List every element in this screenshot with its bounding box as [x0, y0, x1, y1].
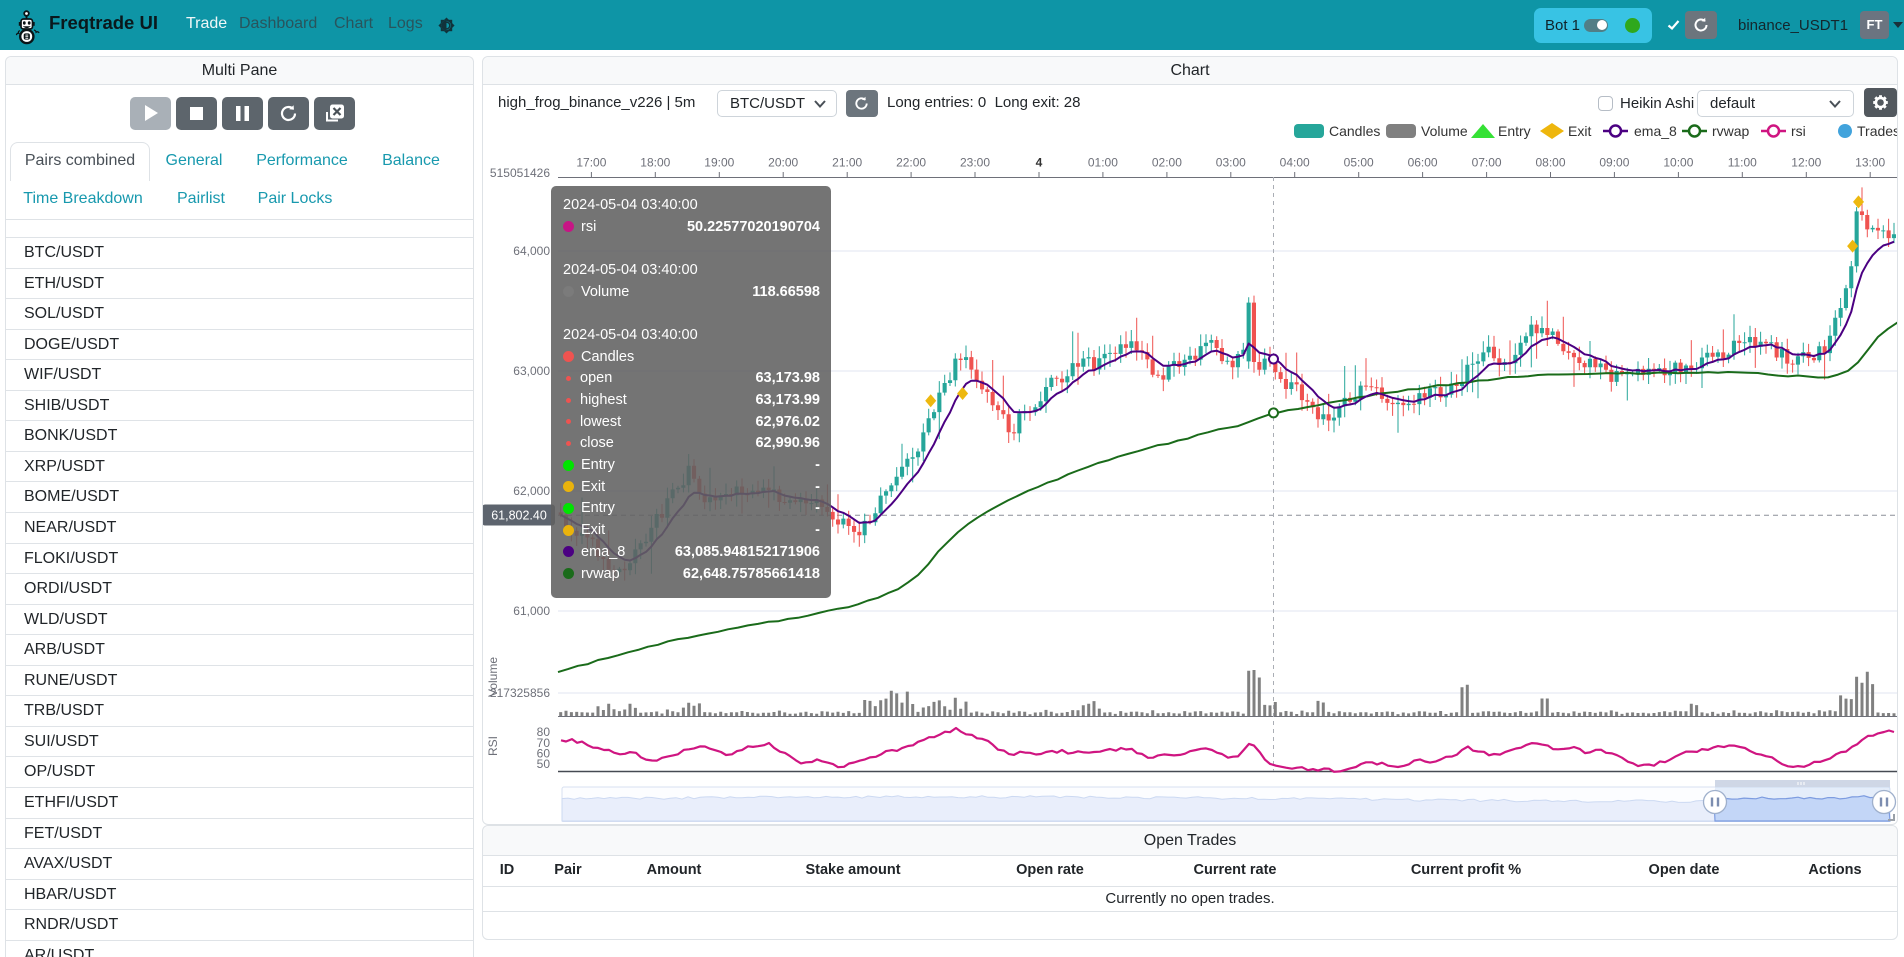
svg-text:04:00: 04:00	[1280, 156, 1310, 170]
svg-text:23:00: 23:00	[960, 156, 990, 170]
svg-text:rvwap: rvwap	[1712, 123, 1750, 139]
svg-text:20:00: 20:00	[768, 156, 798, 170]
svg-text:07:00: 07:00	[1472, 156, 1502, 170]
svg-text:4: 4	[1036, 156, 1043, 170]
svg-text:RSI: RSI	[486, 736, 500, 756]
svg-text:08:00: 08:00	[1535, 156, 1565, 170]
svg-text:rsi: rsi	[1791, 123, 1806, 139]
svg-text:10:00: 10:00	[1663, 156, 1693, 170]
svg-text:61,000: 61,000	[513, 604, 550, 618]
svg-text:62,000: 62,000	[513, 484, 550, 498]
svg-text:64,000: 64,000	[513, 244, 550, 258]
svg-text:01:00: 01:00	[1088, 156, 1118, 170]
svg-text:02:00: 02:00	[1152, 156, 1182, 170]
svg-text:Candles: Candles	[1329, 123, 1380, 139]
svg-text:Exit: Exit	[1568, 123, 1591, 139]
svg-text:515051426: 515051426	[490, 166, 550, 180]
svg-text:18:00: 18:00	[640, 156, 670, 170]
svg-text:Entry: Entry	[1498, 123, 1531, 139]
svg-text:ema_8: ema_8	[1634, 123, 1677, 139]
svg-text:12:00: 12:00	[1791, 156, 1821, 170]
svg-text:05:00: 05:00	[1344, 156, 1374, 170]
svg-text:21:00: 21:00	[832, 156, 862, 170]
svg-text:17:00: 17:00	[576, 156, 606, 170]
svg-text:13:00: 13:00	[1855, 156, 1885, 170]
svg-text:22:00: 22:00	[896, 156, 926, 170]
svg-text:09:00: 09:00	[1599, 156, 1629, 170]
svg-text:Volume: Volume	[486, 657, 500, 697]
svg-text:63,000: 63,000	[513, 364, 550, 378]
svg-text:Volume: Volume	[1421, 123, 1468, 139]
svg-text:03:00: 03:00	[1216, 156, 1246, 170]
svg-text:50: 50	[537, 757, 551, 771]
svg-text:19:00: 19:00	[704, 156, 734, 170]
svg-text:Trades: Trades	[1857, 123, 1897, 139]
svg-text:11:00: 11:00	[1728, 156, 1757, 170]
svg-text:06:00: 06:00	[1408, 156, 1438, 170]
svg-text:61,802.40: 61,802.40	[491, 509, 547, 523]
